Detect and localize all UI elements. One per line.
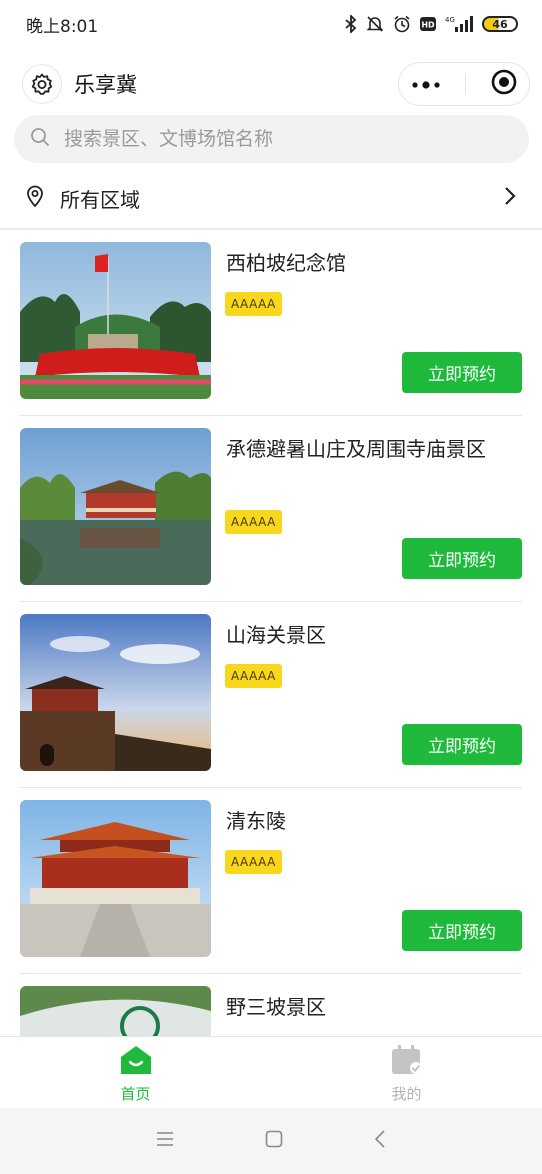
network-label: 4G: [445, 16, 455, 24]
list-item[interactable]: 山海关景区 AAAAA 立即预约: [20, 602, 522, 788]
status-time: 晚上8:01: [26, 16, 99, 37]
spot-image[interactable]: [20, 986, 211, 1036]
back-icon[interactable]: [374, 1130, 386, 1152]
spot-image[interactable]: [20, 428, 211, 585]
settings-gear-icon[interactable]: [22, 64, 62, 104]
status-icons: HD 4G 46: [345, 15, 518, 33]
level-badge: AAAAA: [225, 850, 282, 874]
search-input[interactable]: [64, 128, 484, 150]
search-bar[interactable]: [14, 115, 529, 163]
level-badge: AAAAA: [225, 664, 282, 688]
battery-level: 46: [492, 17, 508, 31]
book-button[interactable]: 立即预约: [402, 724, 522, 765]
more-icon[interactable]: [411, 75, 441, 94]
region-label: 所有区域: [60, 187, 140, 212]
spot-image[interactable]: [20, 800, 211, 957]
list-item[interactable]: 承德避暑山庄及周围寺庙景区 AAAAA 立即预约: [20, 416, 522, 602]
spot-name: 西柏坡纪念馆: [226, 251, 346, 275]
spot-name: 山海关景区: [226, 623, 326, 647]
list-item[interactable]: 清东陵 AAAAA 立即预约: [20, 788, 522, 974]
region-selector[interactable]: 所有区域: [0, 172, 542, 224]
nav-bar: 乐享冀: [0, 56, 542, 112]
capsule-menu: [398, 62, 530, 106]
system-nav-bar: [0, 1108, 542, 1174]
menu-icon[interactable]: [156, 1131, 174, 1151]
list-item[interactable]: 野三坡景区: [20, 974, 522, 1036]
status-bar: 晚上8:01 HD 4G 46: [0, 0, 542, 48]
bluetooth-icon: [345, 15, 357, 33]
page: 晚上8:01 HD 4G 46 乐享冀 搜索景区、文博场馆名称 所有区域 西柏坡…: [0, 0, 542, 1174]
mute-bell-icon: [366, 15, 384, 33]
book-button[interactable]: 立即预约: [402, 910, 522, 951]
tab-bar: 首页 我的: [0, 1036, 542, 1108]
signal-icon: 4G: [445, 15, 473, 33]
calendar-check-icon: [391, 1045, 423, 1079]
alarm-icon: [393, 15, 411, 33]
chevron-right-icon: [504, 186, 516, 210]
tab-home[interactable]: 首页: [0, 1037, 271, 1108]
hd-icon: HD: [420, 17, 436, 31]
book-button[interactable]: 立即预约: [402, 538, 522, 579]
capsule-divider: [465, 74, 467, 94]
close-miniprogram-icon[interactable]: [491, 69, 517, 99]
tab-mine[interactable]: 我的: [271, 1037, 542, 1108]
spot-image[interactable]: [20, 242, 211, 399]
svg-text:HD: HD: [421, 21, 435, 30]
list-item[interactable]: 西柏坡纪念馆 AAAAA 立即预约: [20, 230, 522, 416]
app-title: 乐享冀: [74, 73, 137, 97]
search-icon: [30, 127, 50, 151]
tab-label: 我的: [391, 1085, 422, 1103]
level-badge: AAAAA: [225, 510, 282, 534]
home-icon: [120, 1045, 152, 1079]
location-pin-icon: [26, 185, 44, 211]
home-square-icon[interactable]: [265, 1130, 283, 1152]
spot-name: 承德避暑山庄及周围寺庙景区: [226, 437, 486, 461]
book-button[interactable]: 立即预约: [402, 352, 522, 393]
battery-indicator: 46: [482, 16, 518, 32]
spot-image[interactable]: [20, 614, 211, 771]
spot-name: 清东陵: [226, 809, 286, 833]
spot-name: 野三坡景区: [226, 995, 326, 1019]
level-badge: AAAAA: [225, 292, 282, 316]
spot-list: 西柏坡纪念馆 AAAAA 立即预约 承德避暑山庄及周围寺庙景区 AAAAA 立即…: [0, 230, 542, 1036]
tab-label: 首页: [120, 1085, 151, 1103]
